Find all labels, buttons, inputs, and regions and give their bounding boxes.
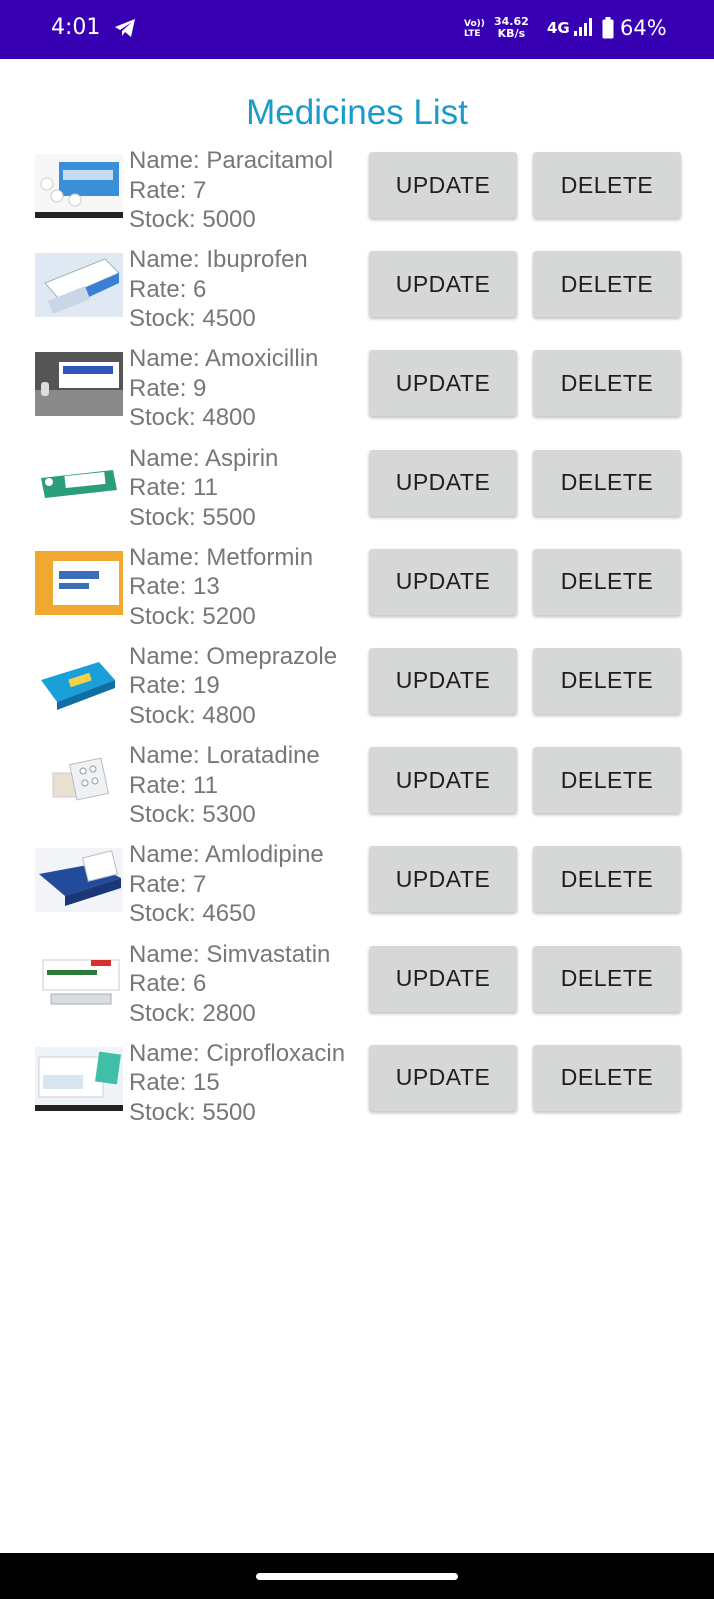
medicine-name: Name: Metformin [129, 543, 314, 571]
medicine-info: Name: Omeprazole Rate: 19 Stock: 4800 [129, 642, 337, 731]
delete-button[interactable]: DELETE [533, 945, 681, 1012]
medicine-name: Name: Simvastatin [129, 940, 331, 968]
update-button[interactable]: UPDATE [369, 449, 517, 516]
medicine-stock: Stock: 4650 [129, 900, 256, 928]
medicine-rate: Rate: 11 [129, 771, 218, 799]
medicine-name: Name: Paracitamol [129, 147, 334, 174]
delete-button[interactable]: DELETE [533, 647, 681, 714]
medicine-image [35, 253, 123, 318]
list-item: Name: Paracitamol Rate: 7 Stock: 5000 UP… [0, 146, 714, 245]
medicine-info: Name: Loratadine Rate: 11 Stock: 5300 [129, 741, 320, 830]
volte-icon: Vo)) LTE [464, 19, 485, 39]
medicine-name: Name: Ciprofloxacin [129, 1039, 346, 1067]
list-item: Name: Loratadine Rate: 11 Stock: 5300 UP… [0, 741, 714, 840]
medicine-name: Name: Loratadine [129, 742, 320, 770]
medicine-info: Name: Aspirin Rate: 11 Stock: 5500 [129, 444, 278, 533]
medicine-rate: Rate: 19 [129, 672, 220, 700]
delete-button[interactable]: DELETE [533, 1044, 681, 1111]
medicine-image [35, 749, 123, 814]
medicine-stock: Stock: 4800 [129, 404, 256, 432]
delete-button[interactable]: DELETE [533, 449, 681, 516]
medicine-rate: Rate: 6 [129, 275, 207, 303]
medicine-rate: Rate: 11 [129, 474, 218, 502]
delete-button[interactable]: DELETE [533, 846, 681, 913]
status-bar: 4:01 Vo)) LTE 34.62 KB/s 4G 64% [0, 0, 714, 59]
medicine-name: Name: Amlodipine [129, 841, 324, 869]
page-title: Medicines List [246, 93, 468, 132]
update-button[interactable]: UPDATE [369, 548, 517, 615]
status-time: 4:01 [51, 15, 101, 40]
list-item: Name: Metformin Rate: 13 Stock: 5200 UPD… [0, 543, 714, 642]
medicine-image [35, 352, 123, 417]
network-type: 4G [547, 19, 570, 37]
medicine-name: Name: Amoxicillin [129, 345, 319, 373]
medicine-image [35, 1046, 123, 1111]
update-button[interactable]: UPDATE [369, 251, 517, 318]
medicine-rate: Rate: 9 [129, 374, 207, 402]
update-button[interactable]: UPDATE [369, 846, 517, 913]
list-item: Name: Ibuprofen Rate: 6 Stock: 4500 UPDA… [0, 245, 714, 344]
update-button[interactable]: UPDATE [369, 945, 517, 1012]
medicine-name: Name: Omeprazole [129, 642, 338, 670]
medicine-stock: Stock: 5500 [129, 503, 256, 531]
medicine-stock: Stock: 4500 [129, 305, 256, 333]
medicine-stock: Stock: 4800 [129, 701, 256, 729]
list-item: Name: Amoxicillin Rate: 9 Stock: 4800 UP… [0, 344, 714, 443]
medicine-info: Name: Amlodipine Rate: 7 Stock: 4650 [129, 840, 324, 929]
delete-button[interactable]: DELETE [533, 548, 681, 615]
medicine-info: Name: Paracitamol Rate: 7 Stock: 5000 [129, 146, 333, 235]
medicine-stock: Stock: 5500 [129, 1098, 256, 1126]
medicine-rate: Rate: 6 [129, 970, 207, 997]
medicine-info: Name: Ciprofloxacin Rate: 15 Stock: 5500 [129, 1039, 345, 1128]
delete-button[interactable]: DELETE [533, 350, 681, 417]
medicines-list: Name: Paracitamol Rate: 7 Stock: 5000 UP… [0, 146, 714, 1138]
update-button[interactable]: UPDATE [369, 152, 517, 218]
battery-icon [602, 17, 614, 43]
medicine-stock: Stock: 5000 [129, 206, 256, 233]
telegram-icon [114, 18, 136, 42]
update-button[interactable]: UPDATE [369, 647, 517, 714]
update-button[interactable]: UPDATE [369, 747, 517, 814]
list-item: Name: Simvastatin Rate: 6 Stock: 2800 UP… [0, 940, 714, 1039]
update-button[interactable]: UPDATE [369, 350, 517, 417]
medicine-info: Name: Simvastatin Rate: 6 Stock: 2800 [129, 940, 330, 1029]
medicine-info: Name: Ibuprofen Rate: 6 Stock: 4500 [129, 245, 308, 334]
status-indicators: Vo)) LTE 34.62 KB/s 4G 64% [454, 0, 714, 59]
update-button[interactable]: UPDATE [369, 1044, 517, 1111]
delete-button[interactable]: DELETE [533, 251, 681, 318]
delete-button[interactable]: DELETE [533, 152, 681, 218]
medicine-info: Name: Amoxicillin Rate: 9 Stock: 4800 [129, 344, 318, 433]
battery-percent: 64% [620, 16, 667, 40]
home-gesture-handle[interactable] [256, 1573, 458, 1580]
medicine-name: Name: Ibuprofen [129, 246, 308, 274]
medicine-image [35, 451, 123, 516]
medicine-image [35, 848, 123, 913]
medicine-image [35, 649, 123, 714]
medicine-rate: Rate: 7 [129, 870, 207, 898]
list-item: Name: Aspirin Rate: 11 Stock: 5500 UPDAT… [0, 444, 714, 543]
medicine-info: Name: Metformin Rate: 13 Stock: 5200 [129, 543, 313, 632]
network-speed: 34.62 KB/s [494, 15, 529, 40]
medicine-stock: Stock: 5200 [129, 602, 256, 630]
list-item: Name: Omeprazole Rate: 19 Stock: 4800 UP… [0, 642, 714, 741]
medicine-stock: Stock: 5300 [129, 801, 256, 829]
medicine-image [35, 154, 123, 218]
medicine-image [35, 550, 123, 615]
medicine-image [35, 947, 123, 1012]
medicine-rate: Rate: 13 [129, 573, 220, 601]
delete-button[interactable]: DELETE [533, 747, 681, 814]
signal-icon [574, 18, 594, 40]
list-item: Name: Amlodipine Rate: 7 Stock: 4650 UPD… [0, 840, 714, 939]
navigation-bar [0, 1553, 714, 1599]
medicine-rate: Rate: 15 [129, 1069, 220, 1097]
medicine-name: Name: Aspirin [129, 444, 279, 472]
medicine-stock: Stock: 2800 [129, 999, 256, 1027]
list-item: Name: Ciprofloxacin Rate: 15 Stock: 5500… [0, 1039, 714, 1138]
medicine-rate: Rate: 7 [129, 176, 207, 204]
